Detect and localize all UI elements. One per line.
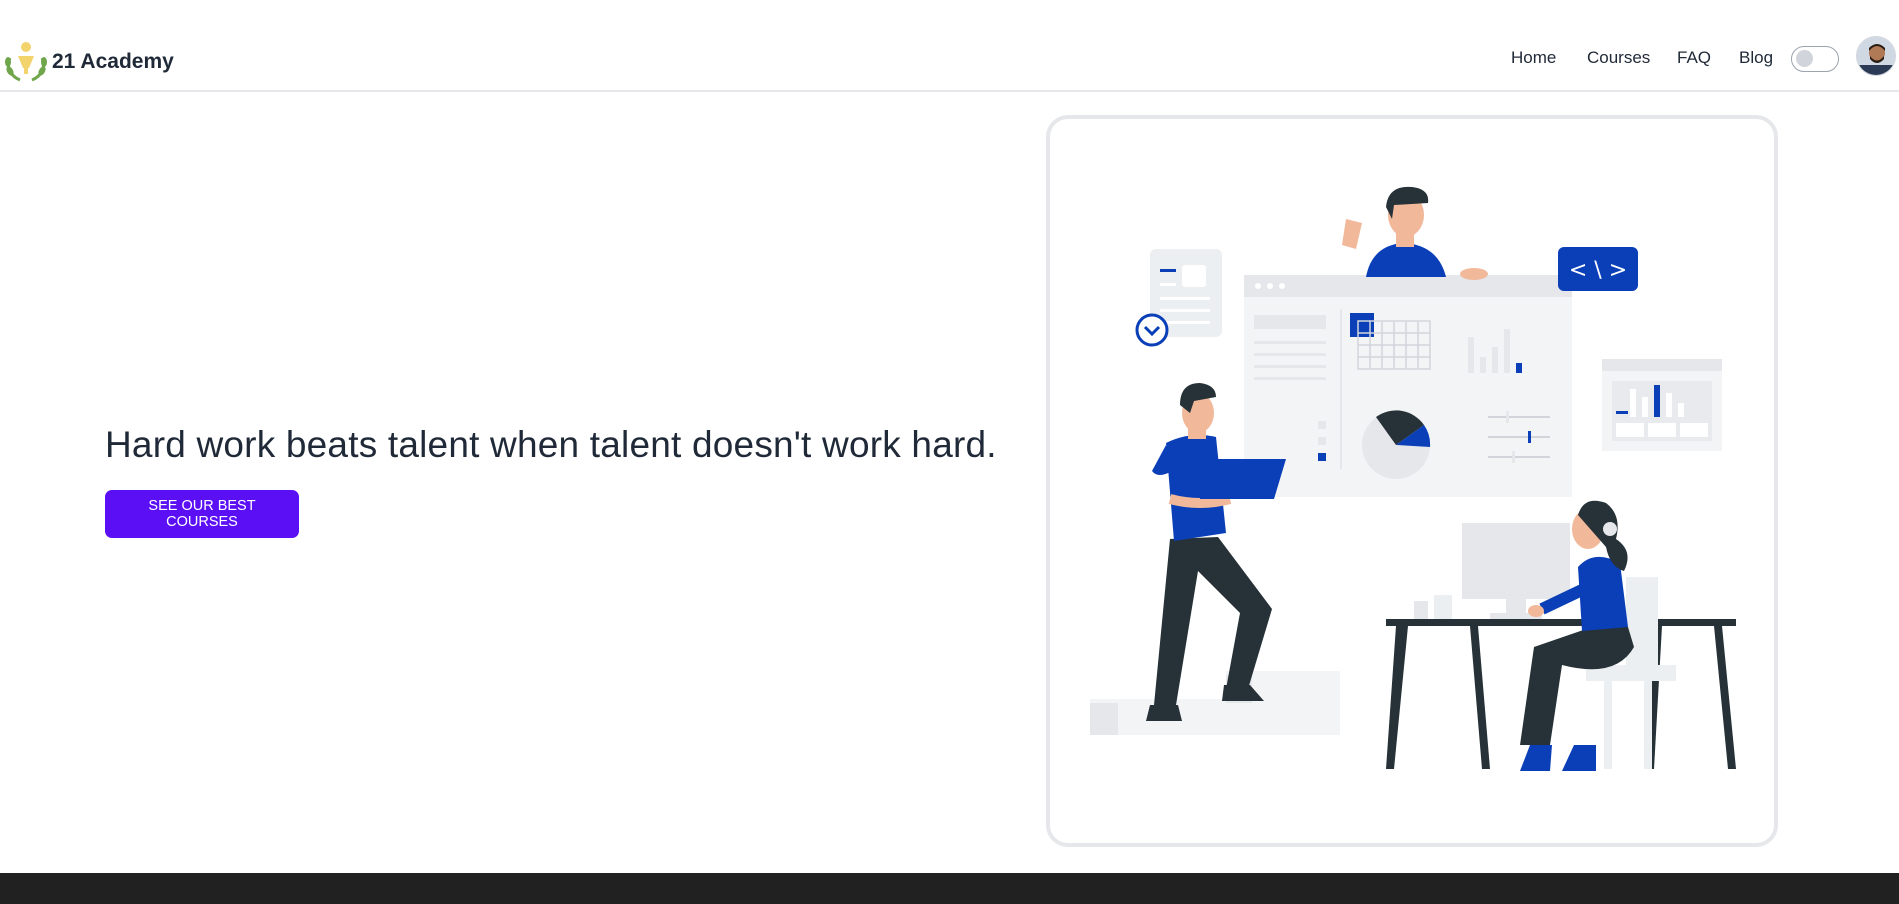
user-avatar-icon (1857, 37, 1895, 75)
brand[interactable]: 21 Academy (2, 38, 174, 86)
laurel-trophy-icon (5, 42, 47, 82)
team-working-illustration: < \ > (1090, 186, 1736, 771)
hero-illustration-card: < \ > (1046, 115, 1778, 847)
user-avatar[interactable] (1856, 36, 1896, 76)
nav-faq[interactable]: FAQ (1677, 48, 1711, 68)
nav-courses[interactable]: Courses (1587, 48, 1650, 68)
nav-blog[interactable]: Blog (1739, 48, 1773, 68)
footer-bar (0, 873, 1899, 904)
top-navbar: 21 Academy Home Courses FAQ Blog (0, 0, 1899, 92)
svg-text:< \ >: < \ > (1569, 258, 1627, 283)
theme-toggle[interactable] (1791, 46, 1839, 72)
brand-name: 21 Academy (52, 50, 174, 73)
see-best-courses-button[interactable]: SEE OUR BEST COURSES (105, 490, 299, 538)
toggle-knob (1796, 50, 1813, 67)
hero-headline: Hard work beats talent when talent doesn… (105, 424, 997, 465)
nav-home[interactable]: Home (1511, 48, 1556, 68)
